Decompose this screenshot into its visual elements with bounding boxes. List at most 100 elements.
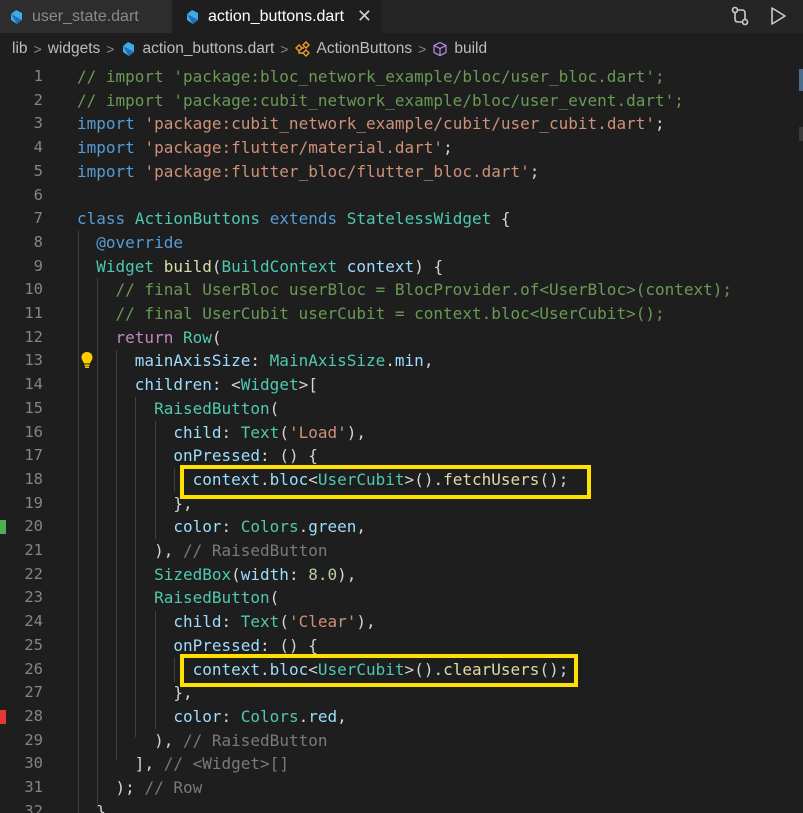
line-number: 29: [24, 730, 43, 749]
line-number: 23: [24, 588, 43, 607]
line-number: 17: [24, 446, 43, 465]
line-number: 32: [24, 801, 43, 813]
code-text: color: Colors.green,: [173, 517, 367, 537]
line-number: 26: [24, 659, 43, 678]
code-text: child: Text('Clear'),: [173, 612, 376, 632]
line-number: 7: [33, 209, 43, 228]
line-number: 12: [24, 327, 43, 346]
code-line[interactable]: 3 import 'package:cubit_network_example/c…: [0, 112, 803, 136]
line-number: 13: [24, 351, 43, 370]
chevron-right-icon: >: [280, 41, 289, 57]
line-number: 3: [33, 114, 43, 133]
tab-user-state[interactable]: user_state.dart: [0, 0, 172, 33]
code-line[interactable]: 10 // final UserBloc userBloc = BlocProv…: [0, 278, 803, 302]
code-text: Widget build(BuildContext context) {: [96, 256, 444, 276]
code-line[interactable]: 4 import 'package:flutter/material.dart';: [0, 136, 803, 160]
code-text: // final UserBloc userBloc = BlocProvide…: [115, 280, 733, 300]
code-line[interactable]: 30 ], // <Widget>[]: [0, 752, 803, 776]
code-line[interactable]: 13 mainAxisSize: MainAxisSize.min,: [0, 349, 803, 373]
line-number: 16: [24, 422, 43, 441]
breadcrumb: lib > widgets > action_buttons.dart > Ac…: [0, 33, 803, 65]
method-symbol-icon: [433, 41, 447, 57]
code-text: class ActionButtons extends StatelessWid…: [77, 209, 511, 229]
code-text: import 'package:flutter_bloc/flutter_blo…: [77, 161, 540, 181]
code-text: ); // Row: [115, 778, 203, 797]
code-text: }: [96, 801, 106, 813]
code-text: child: Text('Load'),: [173, 422, 367, 442]
code-line[interactable]: 8 @override: [0, 231, 803, 255]
code-line[interactable]: 16 child: Text('Load'),: [0, 421, 803, 445]
code-text: // final UserCubit userCubit = context.b…: [115, 304, 665, 323]
chevron-right-icon: >: [418, 41, 427, 57]
code-line[interactable]: 15 RaisedButton(: [0, 397, 803, 421]
code-line[interactable]: 20 color: Colors.green,: [0, 515, 803, 539]
dart-icon: [123, 42, 135, 56]
code-line[interactable]: 24 child: Text('Clear'),: [0, 610, 803, 634]
code-text: SizedBox(width: 8.0),: [154, 564, 357, 584]
code-line[interactable]: 21 ), // RaisedButton: [0, 539, 803, 563]
tab-label: action_buttons.dart: [208, 7, 345, 25]
code-text: return Row(: [115, 327, 222, 347]
line-number: 5: [33, 161, 43, 180]
line-number: 30: [24, 754, 43, 773]
code-line[interactable]: 5 import 'package:flutter_bloc/flutter_bl…: [0, 160, 803, 184]
line-number: 31: [24, 778, 43, 796]
line-number: 24: [24, 612, 43, 631]
code-line[interactable]: 6: [0, 184, 803, 208]
line-number: 9: [33, 256, 43, 275]
code-line[interactable]: 29 ), // RaisedButton: [0, 729, 803, 753]
code-text: children: <Widget>[: [134, 375, 318, 395]
breadcrumb-file[interactable]: action_buttons.dart: [142, 40, 274, 58]
code-line[interactable]: 14 children: <Widget>[: [0, 373, 803, 397]
code-text: // import 'package:bloc_network_example/…: [77, 67, 665, 86]
minimap-marker: [799, 127, 803, 141]
code-line[interactable]: 1 // import 'package:bloc_network_example…: [0, 65, 803, 89]
code-text: import 'package:cubit_network_example/cu…: [77, 114, 665, 134]
breadcrumb-widgets[interactable]: widgets: [48, 40, 101, 58]
code-text: @override: [96, 232, 183, 252]
code-line[interactable]: 32 }: [0, 800, 803, 813]
code-text: import 'package:flutter/material.dart';: [77, 138, 453, 158]
line-number: 10: [24, 280, 43, 299]
color-swatch-red: [0, 709, 6, 724]
line-number: 20: [24, 517, 43, 536]
tab-label: user_state.dart: [32, 7, 139, 25]
line-number: 6: [33, 185, 43, 204]
breadcrumb-class[interactable]: ActionButtons: [316, 40, 412, 58]
code-line[interactable]: 31 ); // Row: [0, 776, 803, 800]
highlight-box-fetch-users: [180, 465, 591, 499]
code-line[interactable]: 12 return Row(: [0, 326, 803, 350]
code-text: ), // RaisedButton: [154, 730, 328, 750]
line-number: 15: [24, 398, 43, 417]
line-number: 4: [33, 138, 43, 157]
line-number: 19: [24, 493, 43, 512]
code-line[interactable]: 7 class ActionButtons extends StatelessWi…: [0, 207, 803, 231]
line-number: 21: [24, 541, 43, 559]
code-line[interactable]: 22 SizedBox(width: 8.0),: [0, 563, 803, 587]
line-number: 27: [24, 683, 43, 702]
dart-icon: [187, 9, 198, 24]
code-line[interactable]: 11 // final UserCubit userCubit = contex…: [0, 302, 803, 326]
line-number: 22: [24, 564, 43, 583]
breadcrumb-lib[interactable]: lib: [12, 40, 28, 58]
code-text: },: [173, 683, 193, 703]
tab-bar: user_state.dart action_buttons.dart ✕: [0, 0, 803, 33]
line-number: 28: [24, 706, 43, 725]
line-number: 25: [24, 635, 43, 654]
class-symbol-icon: [295, 41, 311, 57]
code-line[interactable]: 9 Widget build(BuildContext context) {: [0, 255, 803, 279]
code-text: ), // RaisedButton: [154, 541, 328, 560]
code-editor[interactable]: 1 // import 'package:bloc_network_example…: [0, 65, 803, 813]
tab-action-buttons[interactable]: action_buttons.dart ✕: [172, 0, 382, 33]
color-swatch-green: [0, 520, 6, 535]
code-text: RaisedButton(: [154, 588, 280, 608]
code-line[interactable]: 28 color: Colors.red,: [0, 705, 803, 729]
code-line[interactable]: 2 // import 'package:cubit_network_exampl…: [0, 89, 803, 113]
code-line[interactable]: 23 RaisedButton(: [0, 586, 803, 610]
close-icon[interactable]: ✕: [357, 6, 372, 27]
breadcrumb-method[interactable]: build: [454, 40, 487, 58]
lightbulb-icon[interactable]: [80, 351, 94, 369]
run-play-icon[interactable]: [767, 5, 789, 27]
minimap-marker: [799, 69, 803, 91]
source-control-compare-icon[interactable]: [729, 5, 751, 27]
